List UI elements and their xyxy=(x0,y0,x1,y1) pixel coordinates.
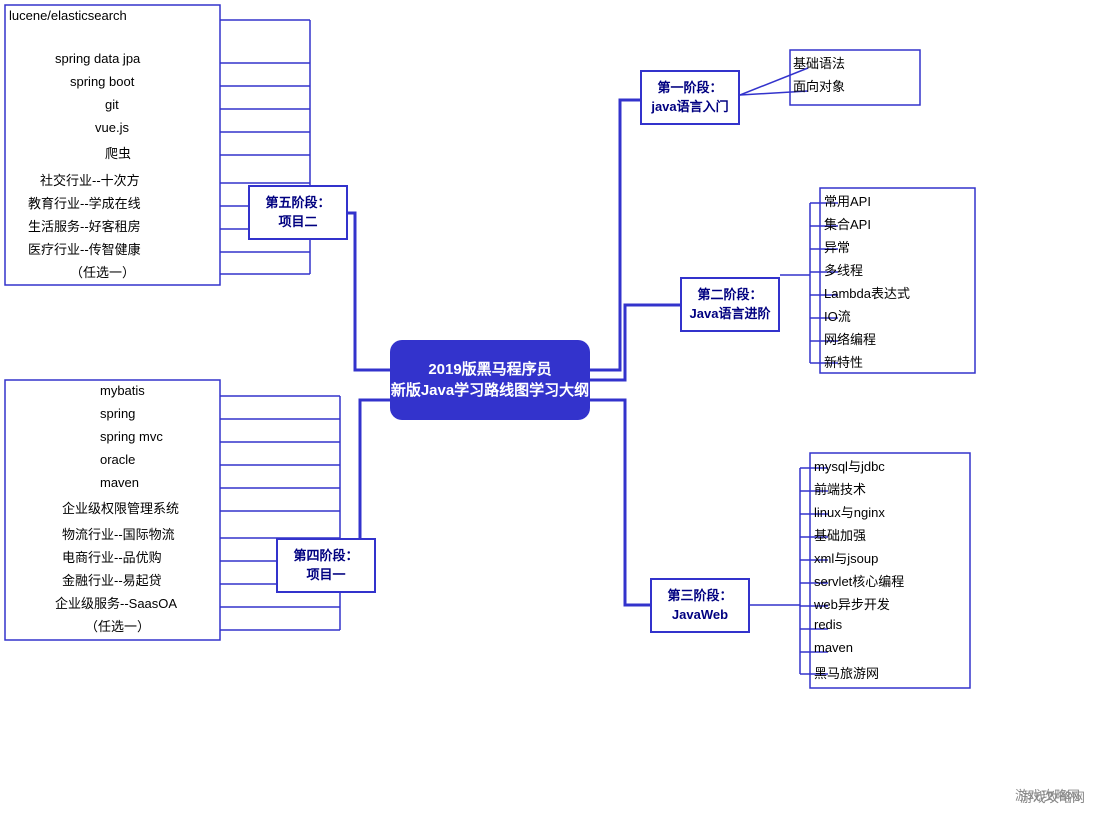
leaf-stage3-3: linux与nginx xyxy=(814,502,885,521)
leaf-stage3-2: 前端技术 xyxy=(814,479,866,498)
leaf-stage2-5: Lambda表达式 xyxy=(824,283,910,302)
center-line2: 新版Java学习路线图学习大纲 xyxy=(391,382,589,399)
leaf-stage3-8: redis xyxy=(814,617,842,632)
leaf-stage3-10: 黑马旅游网 xyxy=(814,663,879,682)
leaf-stage2-3: 异常 xyxy=(824,237,850,256)
leaf-stage4-7: 物流行业--国际物流 xyxy=(62,524,175,543)
mind-map: 2019版黑马程序员 新版Java学习路线图学习大纲 第一阶段：java语言入门… xyxy=(0,0,1100,814)
center-line1: 2019版黑马程序员 xyxy=(428,361,551,378)
leaf-stage5-7: 社交行业--十次方 xyxy=(40,170,140,189)
leaf-stage2-2: 集合API xyxy=(824,214,871,233)
leaf-stage2-8: 新特性 xyxy=(824,352,863,371)
leaf-stage2-7: 网络编程 xyxy=(824,329,876,348)
leaf-stage4-6: 企业级权限管理系统 xyxy=(62,498,179,517)
leaf-stage5-6: 爬虫 xyxy=(105,143,131,162)
leaf-stage5-8: 教育行业--学成在线 xyxy=(28,193,141,212)
center-node: 2019版黑马程序员 新版Java学习路线图学习大纲 xyxy=(390,340,590,420)
leaf-stage2-4: 多线程 xyxy=(824,260,863,279)
leaf-stage4-11: （任选一） xyxy=(85,616,150,635)
stage1-node: 第一阶段：java语言入门 xyxy=(640,70,740,125)
leaf-stage4-8: 电商行业--品优购 xyxy=(62,547,162,566)
leaf-stage4-5: maven xyxy=(100,475,139,490)
leaf-stage3-6: servlet核心编程 xyxy=(814,571,904,590)
leaf-stage5-10: 医疗行业--传智健康 xyxy=(28,239,141,258)
leaf-stage4-4: oracle xyxy=(100,452,135,467)
leaf-stage5-4: git xyxy=(105,97,119,112)
leaf-stage5-3: spring boot xyxy=(70,74,134,89)
leaf-stage3-7: web异步开发 xyxy=(814,594,890,613)
stage2-node: 第二阶段：Java语言进阶 xyxy=(680,277,780,332)
leaf-stage5-2: spring data jpa xyxy=(55,51,140,66)
leaf-stage5-9: 生活服务--好客租房 xyxy=(28,216,141,235)
leaf-stage4-2: spring xyxy=(100,406,135,421)
leaf-stage4-1: mybatis xyxy=(100,383,145,398)
leaf-stage3-5: xml与jsoup xyxy=(814,548,878,567)
leaf-stage2-6: IO流 xyxy=(824,306,851,325)
leaf-stage2-1: 常用API xyxy=(824,191,871,210)
watermark-text: 游戏攻略网 xyxy=(1020,787,1085,806)
leaf-stage4-10: 企业级服务--SaasOA xyxy=(55,593,177,612)
leaf-stage5-1: lucene/elasticsearch xyxy=(9,8,127,23)
leaf-stage1-1: 基础语法 xyxy=(793,53,845,72)
leaf-stage4-9: 金融行业--易起贷 xyxy=(62,570,162,589)
stage3-node: 第三阶段：JavaWeb xyxy=(650,578,750,633)
leaf-stage3-9: maven xyxy=(814,640,853,655)
leaf-stage5-5: vue.js xyxy=(95,120,129,135)
leaf-stage5-11: （任选一） xyxy=(70,262,135,281)
stage4-node: 第四阶段：项目一 xyxy=(276,538,376,593)
stage5-node: 第五阶段：项目二 xyxy=(248,185,348,240)
leaf-stage3-1: mysql与jdbc xyxy=(814,456,885,475)
leaf-stage4-3: spring mvc xyxy=(100,429,163,444)
leaf-stage3-4: 基础加强 xyxy=(814,525,866,544)
leaf-stage1-2: 面向对象 xyxy=(793,76,845,95)
